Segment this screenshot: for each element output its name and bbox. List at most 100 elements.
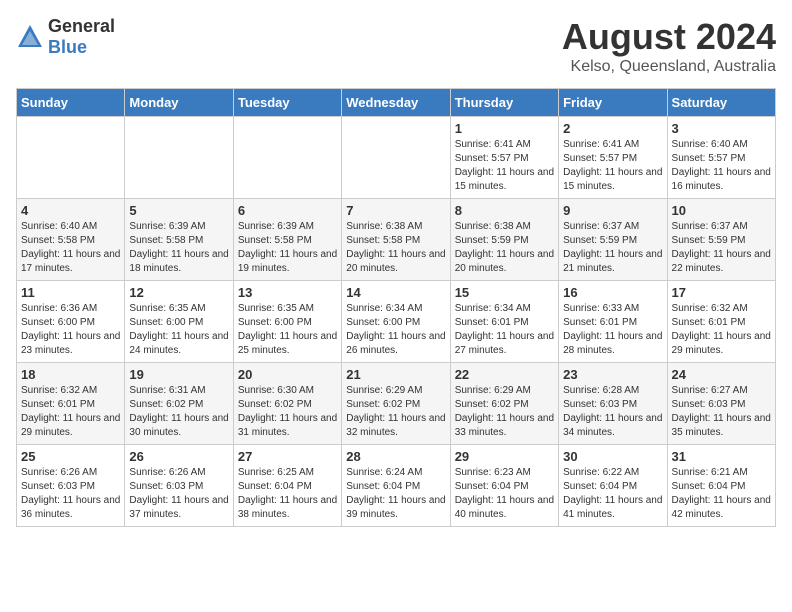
- day-info: Sunrise: 6:25 AMSunset: 6:04 PMDaylight:…: [238, 466, 337, 522]
- main-title: August 2024: [562, 16, 776, 58]
- calendar-cell: 27 Sunrise: 6:25 AMSunset: 6:04 PMDayligh…: [233, 445, 341, 527]
- calendar-cell: 31 Sunrise: 6:21 AMSunset: 6:04 PMDayligh…: [667, 445, 775, 527]
- day-info: Sunrise: 6:32 AMSunset: 6:01 PMDaylight:…: [672, 302, 771, 358]
- week-row-5: 25 Sunrise: 6:26 AMSunset: 6:03 PMDayligh…: [17, 445, 776, 527]
- day-info: Sunrise: 6:35 AMSunset: 6:00 PMDaylight:…: [129, 302, 228, 358]
- calendar-cell: 12 Sunrise: 6:35 AMSunset: 6:00 PMDayligh…: [125, 281, 233, 363]
- days-header-row: SundayMondayTuesdayWednesdayThursdayFrid…: [17, 89, 776, 117]
- day-info: Sunrise: 6:33 AMSunset: 6:01 PMDaylight:…: [563, 302, 662, 358]
- week-row-3: 11 Sunrise: 6:36 AMSunset: 6:00 PMDayligh…: [17, 281, 776, 363]
- day-info: Sunrise: 6:38 AMSunset: 5:58 PMDaylight:…: [346, 220, 445, 276]
- day-number: 12: [129, 285, 228, 300]
- calendar-cell: 25 Sunrise: 6:26 AMSunset: 6:03 PMDayligh…: [17, 445, 125, 527]
- day-number: 8: [455, 203, 554, 218]
- calendar-cell: 26 Sunrise: 6:26 AMSunset: 6:03 PMDayligh…: [125, 445, 233, 527]
- day-info: Sunrise: 6:37 AMSunset: 5:59 PMDaylight:…: [672, 220, 771, 276]
- calendar-cell: 13 Sunrise: 6:35 AMSunset: 6:00 PMDayligh…: [233, 281, 341, 363]
- title-area: August 2024 Kelso, Queensland, Australia: [562, 16, 776, 76]
- day-header-monday: Monday: [125, 89, 233, 117]
- week-row-2: 4 Sunrise: 6:40 AMSunset: 5:58 PMDaylight…: [17, 199, 776, 281]
- calendar-cell: 19 Sunrise: 6:31 AMSunset: 6:02 PMDayligh…: [125, 363, 233, 445]
- calendar-cell: 8 Sunrise: 6:38 AMSunset: 5:59 PMDaylight…: [450, 199, 558, 281]
- calendar-cell: 10 Sunrise: 6:37 AMSunset: 5:59 PMDayligh…: [667, 199, 775, 281]
- week-row-4: 18 Sunrise: 6:32 AMSunset: 6:01 PMDayligh…: [17, 363, 776, 445]
- day-number: 23: [563, 367, 662, 382]
- day-number: 3: [672, 121, 771, 136]
- day-number: 26: [129, 449, 228, 464]
- day-info: Sunrise: 6:35 AMSunset: 6:00 PMDaylight:…: [238, 302, 337, 358]
- day-number: 17: [672, 285, 771, 300]
- day-number: 18: [21, 367, 120, 382]
- logo-blue: Blue: [48, 37, 87, 57]
- day-info: Sunrise: 6:31 AMSunset: 6:02 PMDaylight:…: [129, 384, 228, 440]
- day-info: Sunrise: 6:30 AMSunset: 6:02 PMDaylight:…: [238, 384, 337, 440]
- day-number: 14: [346, 285, 445, 300]
- day-number: 30: [563, 449, 662, 464]
- calendar-cell: [233, 117, 341, 199]
- calendar-cell: 3 Sunrise: 6:40 AMSunset: 5:57 PMDaylight…: [667, 117, 775, 199]
- day-info: Sunrise: 6:40 AMSunset: 5:58 PMDaylight:…: [21, 220, 120, 276]
- calendar-cell: 30Sunrise: 6:22 AMSunset: 6:04 PMDayligh…: [559, 445, 667, 527]
- day-info: Sunrise: 6:34 AMSunset: 6:00 PMDaylight:…: [346, 302, 445, 358]
- day-info: Sunrise: 6:23 AMSunset: 6:04 PMDaylight:…: [455, 466, 554, 522]
- calendar-cell: 4 Sunrise: 6:40 AMSunset: 5:58 PMDaylight…: [17, 199, 125, 281]
- day-info: Sunrise: 6:21 AMSunset: 6:04 PMDaylight:…: [672, 466, 771, 522]
- day-number: 21: [346, 367, 445, 382]
- day-number: 19: [129, 367, 228, 382]
- calendar-cell: 9Sunrise: 6:37 AMSunset: 5:59 PMDaylight…: [559, 199, 667, 281]
- calendar-cell: 24 Sunrise: 6:27 AMSunset: 6:03 PMDayligh…: [667, 363, 775, 445]
- day-info: Sunrise: 6:32 AMSunset: 6:01 PMDaylight:…: [21, 384, 120, 440]
- day-number: 15: [455, 285, 554, 300]
- day-info: Sunrise: 6:39 AMSunset: 5:58 PMDaylight:…: [129, 220, 228, 276]
- day-info: Sunrise: 6:34 AMSunset: 6:01 PMDaylight:…: [455, 302, 554, 358]
- day-info: Sunrise: 6:38 AMSunset: 5:59 PMDaylight:…: [455, 220, 554, 276]
- day-number: 20: [238, 367, 337, 382]
- day-number: 16: [563, 285, 662, 300]
- day-number: 13: [238, 285, 337, 300]
- logo-general: General: [48, 16, 115, 36]
- calendar-cell: 18 Sunrise: 6:32 AMSunset: 6:01 PMDayligh…: [17, 363, 125, 445]
- day-info: Sunrise: 6:37 AMSunset: 5:59 PMDaylight:…: [563, 220, 662, 276]
- day-number: 28: [346, 449, 445, 464]
- calendar-cell: [125, 117, 233, 199]
- calendar-cell: 15 Sunrise: 6:34 AMSunset: 6:01 PMDayligh…: [450, 281, 558, 363]
- day-info: Sunrise: 6:29 AMSunset: 6:02 PMDaylight:…: [346, 384, 445, 440]
- calendar-cell: [342, 117, 450, 199]
- day-info: Sunrise: 6:41 AMSunset: 5:57 PMDaylight:…: [563, 138, 662, 194]
- day-number: 7: [346, 203, 445, 218]
- calendar-cell: 14 Sunrise: 6:34 AMSunset: 6:00 PMDayligh…: [342, 281, 450, 363]
- day-number: 1: [455, 121, 554, 136]
- day-number: 11: [21, 285, 120, 300]
- day-number: 24: [672, 367, 771, 382]
- day-info: Sunrise: 6:26 AMSunset: 6:03 PMDaylight:…: [129, 466, 228, 522]
- day-number: 10: [672, 203, 771, 218]
- day-number: 31: [672, 449, 771, 464]
- day-info: Sunrise: 6:36 AMSunset: 6:00 PMDaylight:…: [21, 302, 120, 358]
- logo-icon: [16, 23, 44, 51]
- day-number: 25: [21, 449, 120, 464]
- day-number: 2: [563, 121, 662, 136]
- day-info: Sunrise: 6:40 AMSunset: 5:57 PMDaylight:…: [672, 138, 771, 194]
- logo: General Blue: [16, 16, 115, 58]
- day-header-thursday: Thursday: [450, 89, 558, 117]
- day-number: 22: [455, 367, 554, 382]
- day-number: 6: [238, 203, 337, 218]
- day-number: 5: [129, 203, 228, 218]
- day-header-wednesday: Wednesday: [342, 89, 450, 117]
- calendar-cell: 6 Sunrise: 6:39 AMSunset: 5:58 PMDaylight…: [233, 199, 341, 281]
- calendar-cell: 11 Sunrise: 6:36 AMSunset: 6:00 PMDayligh…: [17, 281, 125, 363]
- calendar-cell: 1Sunrise: 6:41 AMSunset: 5:57 PMDaylight…: [450, 117, 558, 199]
- day-info: Sunrise: 6:26 AMSunset: 6:03 PMDaylight:…: [21, 466, 120, 522]
- day-info: Sunrise: 6:24 AMSunset: 6:04 PMDaylight:…: [346, 466, 445, 522]
- day-info: Sunrise: 6:39 AMSunset: 5:58 PMDaylight:…: [238, 220, 337, 276]
- day-header-saturday: Saturday: [667, 89, 775, 117]
- day-info: Sunrise: 6:27 AMSunset: 6:03 PMDaylight:…: [672, 384, 771, 440]
- day-number: 27: [238, 449, 337, 464]
- day-number: 4: [21, 203, 120, 218]
- week-row-1: 1 Sunrise: 6:41 AMSunset: 5:57 PMDaylight…: [17, 117, 776, 199]
- calendar-table: SundayMondayTuesdayWednesdayThursdayFrid…: [16, 88, 776, 527]
- day-number: 29: [455, 449, 554, 464]
- calendar-cell: 28 Sunrise: 6:24 AMSunset: 6:04 PMDayligh…: [342, 445, 450, 527]
- subtitle: Kelso, Queensland, Australia: [562, 58, 776, 76]
- calendar-cell: 23Sunrise: 6:28 AMSunset: 6:03 PMDayligh…: [559, 363, 667, 445]
